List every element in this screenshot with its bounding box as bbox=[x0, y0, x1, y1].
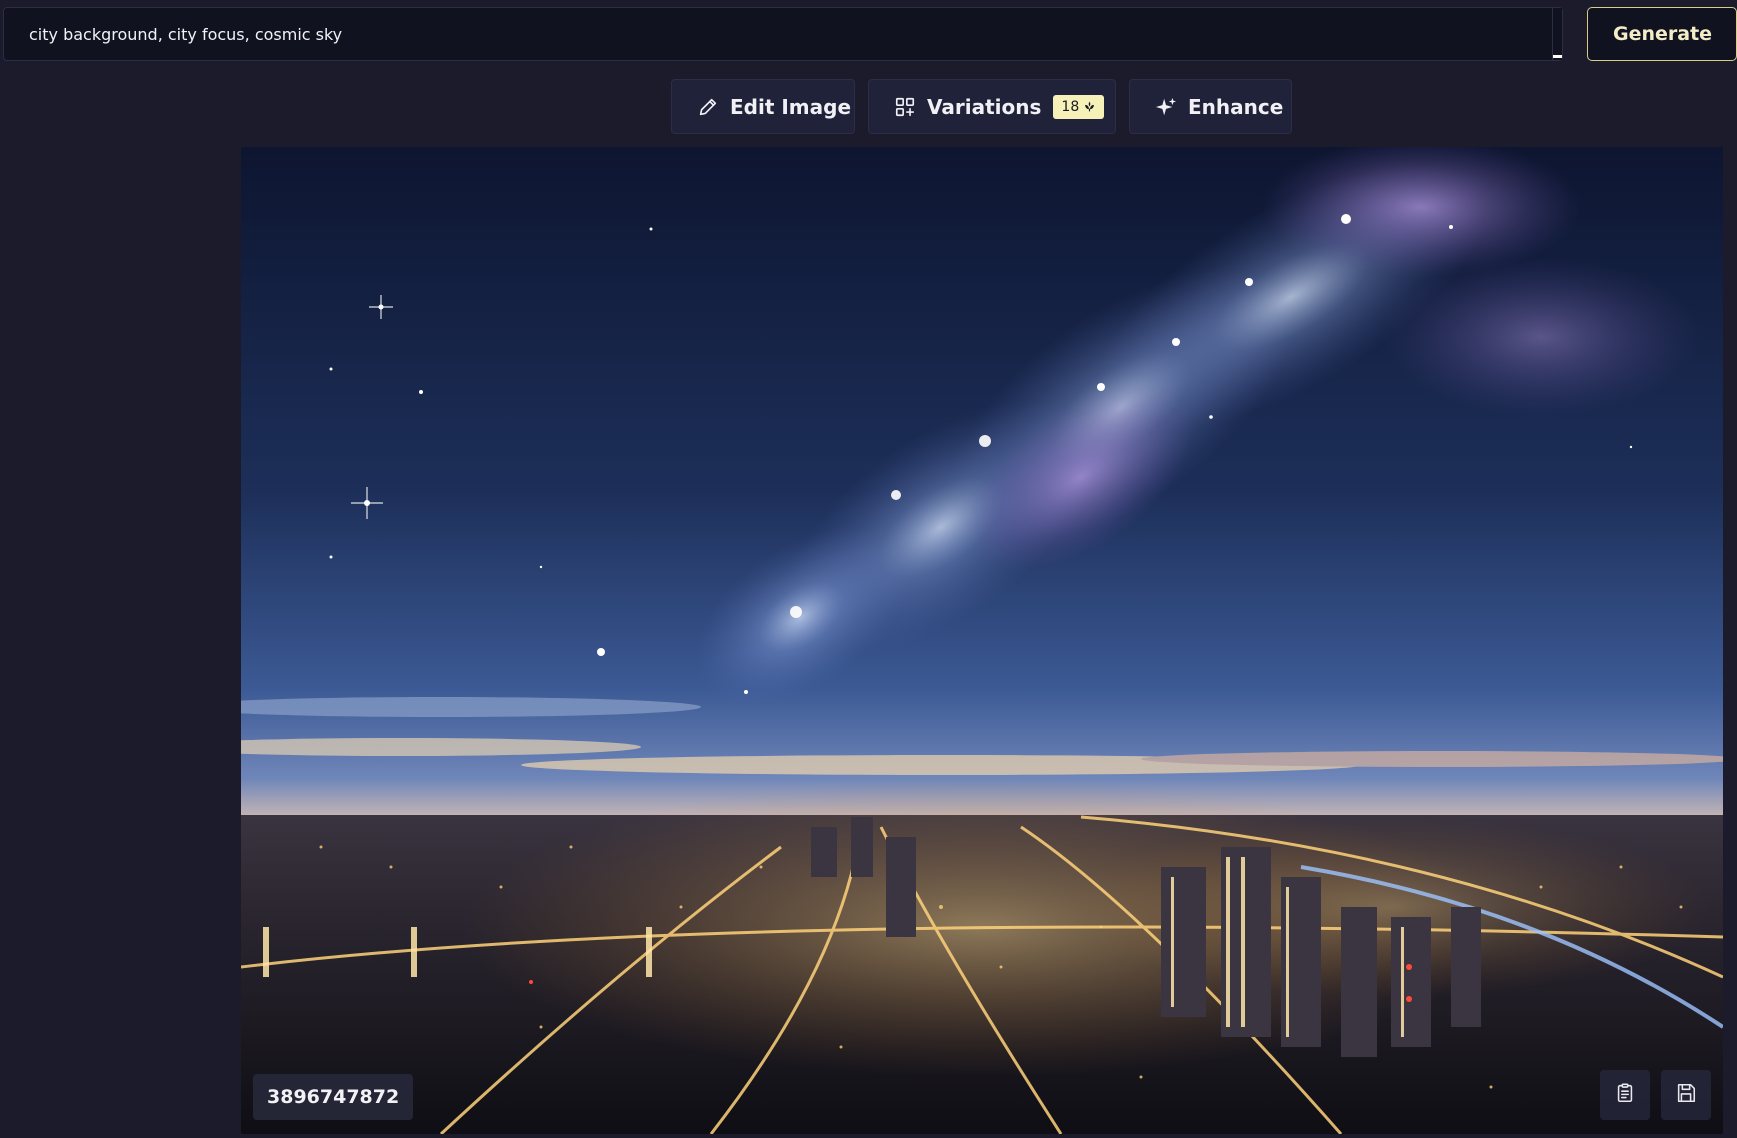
floppy-disk-icon bbox=[1675, 1082, 1697, 1108]
variations-button[interactable]: Variations 18 bbox=[868, 79, 1116, 134]
clipboard-icon bbox=[1614, 1082, 1636, 1108]
seed-value: 3896747872 bbox=[267, 1086, 400, 1108]
generate-button[interactable]: Generate bbox=[1587, 7, 1737, 61]
coin-icon bbox=[1083, 100, 1096, 113]
prompt-input[interactable] bbox=[4, 8, 1562, 60]
variations-label: Variations bbox=[927, 94, 1042, 119]
prompt-field-container bbox=[3, 7, 1563, 61]
edit-image-label: Edit Image bbox=[730, 94, 852, 119]
credit-cost-badge: 18 bbox=[1053, 94, 1105, 119]
seed-badge[interactable]: 3896747872 bbox=[253, 1074, 414, 1120]
enhance-label: Enhance bbox=[1188, 94, 1284, 119]
generated-image: 3896747872 bbox=[241, 147, 1723, 1134]
save-button[interactable] bbox=[1661, 1070, 1711, 1120]
prompt-scrollbar[interactable] bbox=[1552, 8, 1562, 60]
credit-cost-value: 18 bbox=[1061, 98, 1080, 115]
copy-button[interactable] bbox=[1600, 1070, 1650, 1120]
pencil-icon bbox=[695, 94, 721, 120]
enhance-button[interactable]: Enhance bbox=[1129, 79, 1292, 134]
generated-image-artwork bbox=[241, 147, 1723, 1134]
grid-plus-icon bbox=[892, 94, 918, 120]
sparkle-icon bbox=[1153, 94, 1179, 120]
edit-image-button[interactable]: Edit Image bbox=[671, 79, 855, 134]
